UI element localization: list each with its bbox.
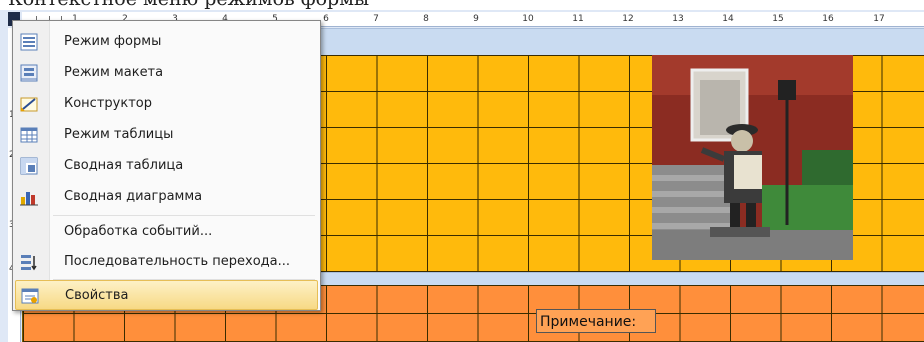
form-view-icon xyxy=(20,33,38,51)
menu-item-properties[interactable]: Свойства xyxy=(15,280,318,310)
menu-item-label: Конструктор xyxy=(64,96,152,111)
menu-item-layout-view[interactable]: Режим макета xyxy=(15,58,318,88)
menu-item-label: Режим формы xyxy=(64,34,162,49)
design-view-icon xyxy=(20,97,38,112)
menu-item-design-view[interactable]: Конструктор xyxy=(15,89,318,119)
footer-note-label[interactable]: Примечание: xyxy=(536,309,656,333)
menu-item-datasheet-view[interactable]: Режим таблицы xyxy=(15,120,318,150)
menu-item-pivot-chart-view[interactable]: Сводная диаграмма xyxy=(15,182,318,212)
menu-item-label: Обработка событий... xyxy=(64,224,213,239)
menu-item-label: Сводная таблица xyxy=(64,158,184,173)
menu-item-pivot-table-view[interactable]: Сводная таблица xyxy=(15,151,318,181)
ruler-mark: 14 xyxy=(722,14,734,24)
ruler-mark: 12 xyxy=(622,14,634,24)
ruler-mark: 17 xyxy=(873,14,885,24)
layout-view-icon xyxy=(20,64,38,82)
ruler-mark: 10 xyxy=(522,14,534,24)
photo-image[interactable] xyxy=(652,55,853,260)
menu-item-label: Свойства xyxy=(65,288,129,303)
ruler-mark: 15 xyxy=(772,14,784,24)
menu-item-label: Сводная диаграмма xyxy=(64,189,203,204)
ruler-mark: 13 xyxy=(672,14,684,24)
pivot-table-icon xyxy=(20,157,38,175)
ruler-mark: 16 xyxy=(822,14,834,24)
datasheet-view-icon xyxy=(20,127,38,143)
view-context-menu: Режим формы Режим макета Конструктор Реж… xyxy=(12,20,321,311)
menu-item-tab-order[interactable]: Последовательность перехода... xyxy=(15,247,318,277)
menu-item-label: Режим таблицы xyxy=(64,127,174,142)
menu-item-form-view[interactable]: Режим формы xyxy=(15,27,318,57)
note-label-text: Примечание: xyxy=(540,314,637,330)
menu-item-build-event[interactable]: Обработка событий... xyxy=(15,217,318,247)
ruler-mark: 11 xyxy=(572,14,584,24)
tab-order-icon xyxy=(21,255,37,271)
ruler-mark: 6 xyxy=(323,14,329,24)
photo-scene xyxy=(652,55,853,260)
menu-item-label: Последовательность перехода... xyxy=(64,254,291,269)
ruler-mark: 9 xyxy=(473,14,479,24)
caption-text: Контекстное меню режимов формы xyxy=(8,0,369,10)
menu-separator xyxy=(53,215,315,216)
properties-icon xyxy=(21,288,39,304)
ruler-mark: 8 xyxy=(423,14,429,24)
pivot-chart-icon xyxy=(20,192,38,206)
menu-item-label: Режим макета xyxy=(64,65,164,80)
ruler-mark: 7 xyxy=(373,14,379,24)
